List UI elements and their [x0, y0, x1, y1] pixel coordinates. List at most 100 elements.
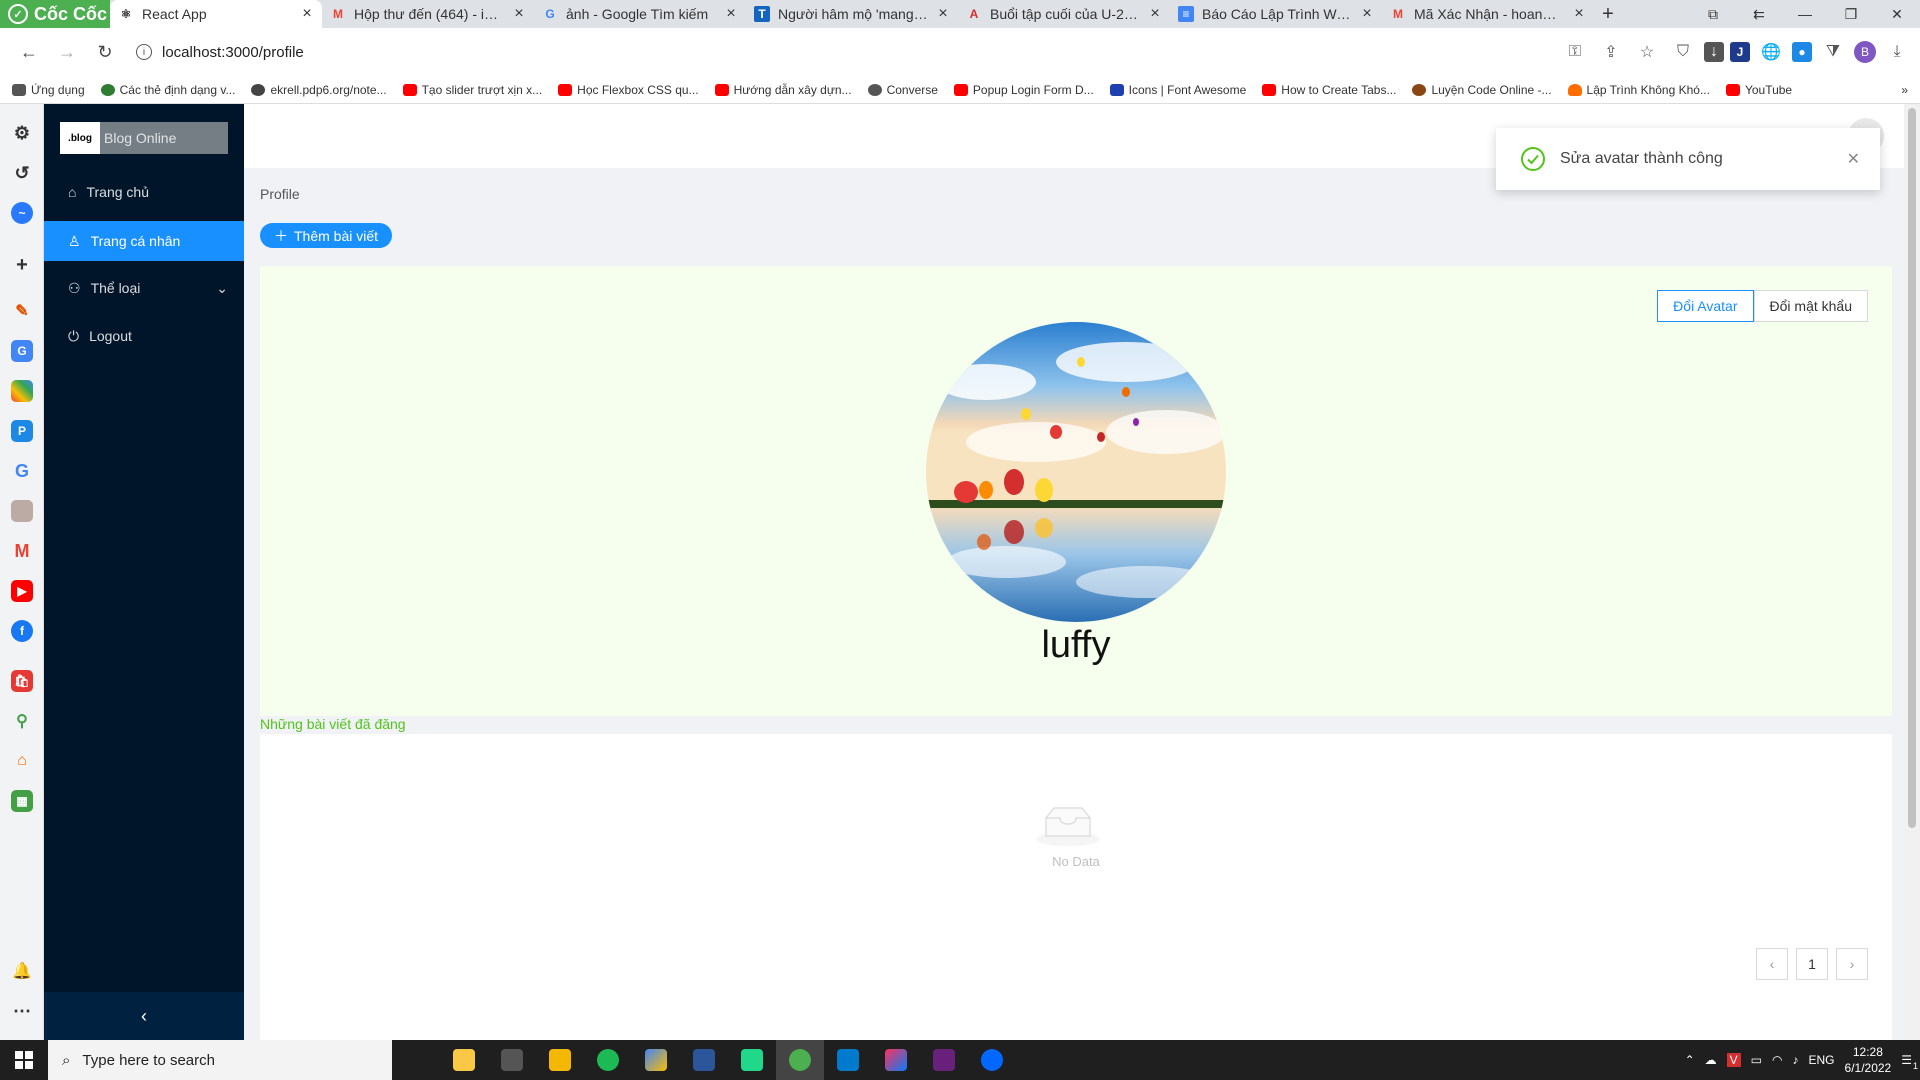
language-indicator[interactable]: ENG — [1809, 1053, 1835, 1067]
blog-logo[interactable]: .blog Blog Online — [60, 122, 228, 154]
change-avatar-button[interactable]: Đổi Avatar — [1657, 290, 1754, 322]
extensions-puzzle-icon[interactable]: ⧩ — [1818, 37, 1848, 67]
page-number[interactable]: 1 — [1796, 948, 1828, 980]
edit-icon[interactable]: ✎ — [11, 300, 33, 322]
cube-app[interactable] — [632, 1040, 680, 1080]
gmail-icon[interactable]: M — [11, 540, 33, 562]
change-password-button[interactable]: Đổi mật khẩu — [1753, 290, 1868, 322]
close-tab-icon[interactable]: × — [1360, 5, 1374, 23]
menu-item-home[interactable]: ⌂ Trang chủ — [44, 172, 244, 212]
extension-j-icon[interactable]: J — [1730, 42, 1750, 62]
close-tab-icon[interactable]: × — [512, 5, 526, 23]
download-savior-icon[interactable]: ↓ — [1704, 42, 1724, 62]
more-icon[interactable]: ⋯ — [11, 1000, 33, 1022]
bookmark-item[interactable]: YouTube — [1725, 83, 1792, 97]
back-button[interactable]: ← — [12, 35, 46, 69]
volume-icon[interactable]: ♪ — [1793, 1053, 1799, 1067]
tab-google-docs[interactable]: ≡ Báo Cáo Lập Trình Web - × — [1170, 0, 1382, 28]
translate-icon[interactable]: G — [11, 340, 33, 362]
prev-page-button[interactable]: ‹ — [1756, 948, 1788, 980]
tab-news-1[interactable]: T Người hâm mộ 'mang ác × — [746, 0, 958, 28]
cart-icon[interactable]: ⌂ — [11, 750, 33, 772]
key-icon[interactable]: ⚿ — [1560, 37, 1590, 67]
collapse-sider-button[interactable]: ‹ — [44, 992, 244, 1040]
close-tab-icon[interactable]: × — [936, 5, 950, 23]
bookmark-item[interactable]: Icons | Font Awesome — [1109, 83, 1246, 97]
p-extension-icon[interactable]: P — [11, 420, 33, 442]
more-bookmarks-icon[interactable]: » — [1901, 83, 1920, 97]
info-icon[interactable]: i — [136, 44, 152, 60]
map-pin-icon[interactable]: ⚲ — [11, 710, 33, 732]
menu-item-categories[interactable]: ⚇ Thể loại ⌄ — [44, 268, 244, 308]
downloads-icon[interactable]: ⤓ — [1882, 37, 1912, 67]
add-icon[interactable]: + — [11, 254, 33, 276]
start-button[interactable] — [0, 1040, 48, 1080]
close-toast-icon[interactable]: ✕ — [1847, 149, 1860, 169]
battery-icon[interactable]: ▭ — [1751, 1053, 1762, 1067]
new-tab-button[interactable]: + — [1594, 0, 1622, 28]
coccoc-app[interactable] — [776, 1040, 824, 1080]
unikey-icon[interactable]: V — [1726, 1053, 1741, 1067]
file-explorer-app[interactable] — [440, 1040, 488, 1080]
spotify-app[interactable] — [584, 1040, 632, 1080]
share-icon[interactable]: ⇪ — [1596, 37, 1626, 67]
pycharm-app[interactable] — [728, 1040, 776, 1080]
bookmark-item[interactable]: Hướng dẫn xây dựn... — [714, 83, 852, 97]
next-page-button[interactable]: › — [1836, 948, 1868, 980]
close-tab-icon[interactable]: × — [1148, 5, 1162, 23]
vs-app[interactable] — [920, 1040, 968, 1080]
google-icon[interactable]: G — [11, 460, 33, 482]
reload-button[interactable]: ↻ — [88, 35, 122, 69]
translate-globe-icon[interactable]: 🌐 — [1756, 37, 1786, 67]
menu-item-logout[interactable]: ⏻ Logout — [44, 316, 244, 356]
restore-button[interactable]: ❐ — [1828, 0, 1874, 28]
bookmark-item[interactable]: Tạo slider trượt xịn x... — [402, 83, 542, 97]
minimize-button[interactable]: — — [1782, 0, 1828, 28]
youtube-icon[interactable]: ▶ — [11, 580, 33, 602]
bookmark-item[interactable]: Converse — [867, 83, 938, 97]
bookmark-apps[interactable]: Ứng dụng — [12, 83, 85, 97]
clock[interactable]: 12:28 6/1/2022 — [1845, 1044, 1892, 1076]
wifi-icon[interactable]: ◠ — [1772, 1053, 1782, 1067]
scrollbar-thumb[interactable] — [1908, 108, 1916, 828]
bookmark-item[interactable]: Luyện Code Online -... — [1412, 83, 1552, 97]
bookmark-item[interactable]: Các thẻ định dạng v... — [100, 83, 235, 97]
close-window-button[interactable]: ✕ — [1874, 0, 1920, 28]
bookmark-item[interactable]: Học Flexbox CSS qu... — [558, 83, 699, 97]
settings-gear-icon[interactable]: ⚙ — [11, 122, 33, 144]
sticky-app[interactable] — [536, 1040, 584, 1080]
profile-avatar[interactable]: B — [1854, 41, 1876, 63]
bookmark-item[interactable]: How to Create Tabs... — [1262, 83, 1396, 97]
history-icon[interactable]: ↺ — [11, 162, 33, 184]
photos-icon[interactable] — [11, 380, 33, 402]
tab-react-app[interactable]: ⚛ React App × — [110, 0, 322, 28]
onedrive-icon[interactable]: ☁ — [1705, 1053, 1717, 1067]
back-history-icon[interactable]: ⇇ — [1736, 0, 1782, 28]
forward-button[interactable]: → — [50, 35, 84, 69]
notification-center-icon[interactable]: ☰ 1 — [1901, 1053, 1918, 1071]
tab-gmail[interactable]: M Hộp thư đến (464) - icute × — [322, 0, 534, 28]
add-post-button[interactable]: ＋ Thêm bài viết — [260, 223, 393, 248]
address-bar[interactable]: i localhost:3000/profile — [126, 35, 1476, 69]
sheet-icon[interactable]: ▦ — [11, 790, 33, 812]
intellij-app[interactable] — [872, 1040, 920, 1080]
browser-brand[interactable]: ✓ Cốc Cốc — [0, 0, 110, 28]
facebook-icon[interactable]: f — [11, 620, 33, 642]
zalo-app[interactable] — [968, 1040, 1016, 1080]
page-scrollbar[interactable] — [1904, 104, 1920, 1040]
messenger-icon[interactable]: ~ — [11, 202, 33, 224]
shopping-icon[interactable]: 🛍 — [11, 670, 33, 692]
close-tab-icon[interactable]: × — [300, 5, 314, 23]
tab-news-2[interactable]: A Buổi tập cuối của U-23 V × — [958, 0, 1170, 28]
vscode-app[interactable] — [824, 1040, 872, 1080]
tab-search-icon[interactable]: ⧉ — [1690, 0, 1736, 28]
word-app[interactable] — [680, 1040, 728, 1080]
bookmark-item[interactable]: Lập Trình Không Khó... — [1567, 83, 1710, 97]
menu-item-profile[interactable]: ♙ Trang cá nhân — [44, 221, 244, 261]
close-tab-icon[interactable]: × — [724, 5, 738, 23]
close-tab-icon[interactable]: × — [1572, 5, 1586, 23]
shield-icon[interactable]: ⛉ — [1668, 37, 1698, 67]
extension-drop-icon[interactable]: ● — [1792, 42, 1812, 62]
taskbar-search[interactable]: ⌕ Type here to search — [48, 1040, 392, 1080]
avatar-extension-icon[interactable] — [11, 500, 33, 522]
